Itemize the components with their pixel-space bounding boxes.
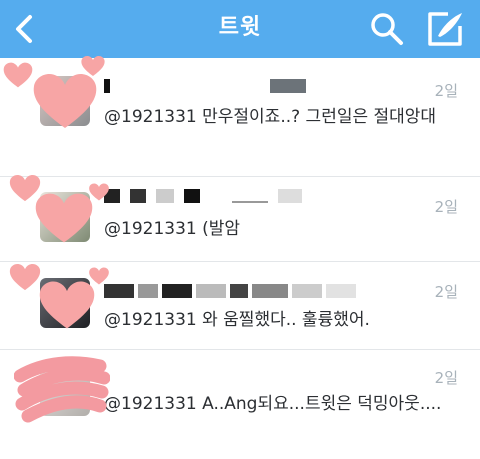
search-button[interactable] [368, 10, 406, 48]
heart-sticker-icon [81, 55, 105, 77]
tweet-time: 2일 [434, 369, 458, 387]
tweet-text: @1921331 (발암 [104, 219, 241, 239]
back-button[interactable] [8, 10, 40, 48]
search-icon [371, 13, 403, 45]
tweet-time: 2일 [434, 82, 458, 100]
heart-sticker-icon [89, 183, 109, 201]
heart-sticker-icon [3, 62, 33, 88]
page-title: 트윗 [218, 15, 262, 40]
scribble-redaction [14, 356, 110, 423]
tweet-text: @1921331 와 움찔했다.. 훌륭했어. [104, 310, 370, 330]
tweet-text: @1921331 A..Ang되요...트윗은 덕밍아웃.... [104, 394, 442, 414]
author-name-redacted [104, 283, 356, 299]
tweet-text: @1921331 만우절이죠..? 그런일은 절대앙대 [104, 107, 437, 127]
tweet-time: 2일 [434, 198, 458, 216]
heart-sticker-icon [39, 281, 95, 329]
chevron-left-icon [16, 15, 32, 43]
author-name-redacted [104, 78, 306, 94]
compose-button[interactable] [424, 8, 466, 50]
compose-icon [428, 12, 462, 46]
heart-sticker-icon [33, 74, 97, 128]
author-name-redacted [104, 188, 302, 204]
top-nav-bar: 트윗 [0, 0, 480, 58]
heart-sticker-icon [9, 263, 41, 291]
heart-sticker-icon [9, 174, 41, 202]
tweet-time: 2일 [434, 283, 458, 301]
heart-sticker-icon [89, 267, 109, 285]
